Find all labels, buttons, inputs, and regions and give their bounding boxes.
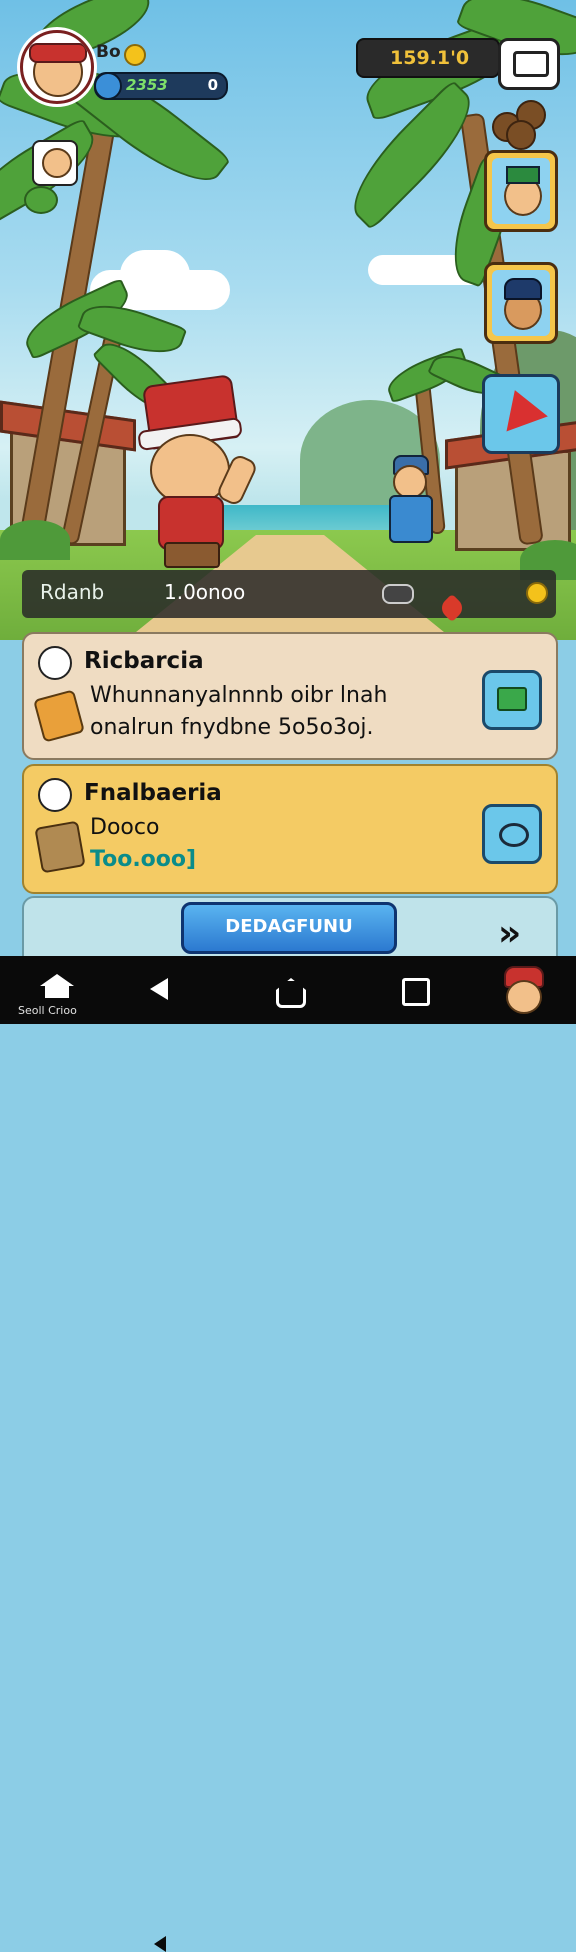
recents-icon[interactable] bbox=[402, 978, 430, 1006]
quest-panel-2[interactable]: Fnalbaeria Dooco Too.ooo] bbox=[22, 764, 558, 894]
panel-action-button[interactable] bbox=[482, 804, 542, 864]
fish-icon bbox=[499, 823, 529, 847]
back-icon[interactable] bbox=[150, 978, 168, 1000]
gem-icon bbox=[94, 72, 122, 100]
info-amount: 1.0onoo bbox=[164, 580, 246, 604]
card-hat bbox=[506, 166, 540, 184]
card-portrait bbox=[492, 158, 550, 224]
shortcut-face bbox=[506, 980, 542, 1014]
primary-action-button[interactable]: DEDAGFUNU bbox=[181, 902, 397, 954]
player-avatar[interactable] bbox=[20, 30, 94, 104]
money-stack-icon bbox=[497, 687, 527, 711]
card-portrait bbox=[492, 270, 550, 336]
panel-line-1: Whunnanyalnnnb oibr lnah bbox=[90, 683, 388, 708]
flag-icon bbox=[494, 382, 548, 432]
character-card-1[interactable] bbox=[484, 150, 558, 232]
main-character[interactable] bbox=[137, 370, 259, 570]
chat-button[interactable] bbox=[498, 38, 560, 90]
player-level: Bo bbox=[96, 42, 121, 62]
home-label: Seoll Crioo bbox=[18, 1004, 77, 1017]
timer-value: 159.1'0 bbox=[390, 47, 470, 69]
system-navbar: Seoll Crioo bbox=[0, 956, 576, 1952]
character-shortcut-icon[interactable] bbox=[500, 966, 544, 1014]
panel-title: Fnalbaeria bbox=[84, 780, 222, 806]
panel-line-2: Too.ooo] bbox=[90, 847, 197, 872]
feather-icon bbox=[382, 584, 414, 604]
character-card-2[interactable] bbox=[484, 262, 558, 344]
heart-icon bbox=[437, 593, 467, 623]
timer-display: 159.1'0 bbox=[356, 38, 500, 78]
gem-extra: 0 bbox=[207, 76, 218, 94]
npc-face bbox=[393, 465, 427, 499]
gem-value: 2353 bbox=[126, 76, 168, 94]
home-icon[interactable] bbox=[40, 974, 74, 998]
chat-icon bbox=[513, 51, 549, 77]
coin-icon bbox=[124, 44, 146, 66]
info-bar: Rdanb 1.0onoo Z bbox=[22, 570, 556, 623]
leaf-badge-icon bbox=[24, 186, 58, 214]
circle-home-icon[interactable] bbox=[276, 978, 306, 1008]
avatar-headband bbox=[29, 43, 87, 63]
card-hat bbox=[504, 278, 542, 300]
npc-body bbox=[389, 495, 433, 543]
basket-icon bbox=[34, 820, 86, 874]
home-icon-base bbox=[45, 986, 69, 998]
flag-card[interactable] bbox=[482, 374, 560, 454]
coconut bbox=[506, 120, 536, 150]
info-name: Rdanb bbox=[40, 580, 105, 604]
npc-character[interactable] bbox=[385, 455, 433, 551]
panel-title: Ricbarcia bbox=[84, 648, 204, 674]
panel-line-1: Dooco bbox=[90, 815, 160, 840]
panel-action-button[interactable] bbox=[482, 670, 542, 730]
mini-avatar-button[interactable] bbox=[32, 140, 78, 186]
panel-line-2: onalrun fnydbne 5o5o3oj. bbox=[90, 715, 374, 740]
cash-icon bbox=[33, 689, 85, 743]
coin-icon bbox=[526, 582, 548, 604]
double-chevron-icon[interactable]: » bbox=[498, 916, 521, 952]
quest-icon bbox=[38, 646, 72, 680]
mini-avatar-face bbox=[42, 148, 72, 178]
gem-counter[interactable]: 2353 0 bbox=[94, 72, 228, 100]
quest-panel-1[interactable]: Ricbarcia Whunnanyalnnnb oibr lnah onalr… bbox=[22, 632, 558, 760]
bush bbox=[0, 520, 70, 560]
character-legs bbox=[164, 542, 220, 568]
home-icon-roof bbox=[40, 974, 74, 986]
bag-icon bbox=[38, 778, 72, 812]
cloud bbox=[120, 250, 190, 300]
back-icon-inner bbox=[154, 1936, 166, 1952]
